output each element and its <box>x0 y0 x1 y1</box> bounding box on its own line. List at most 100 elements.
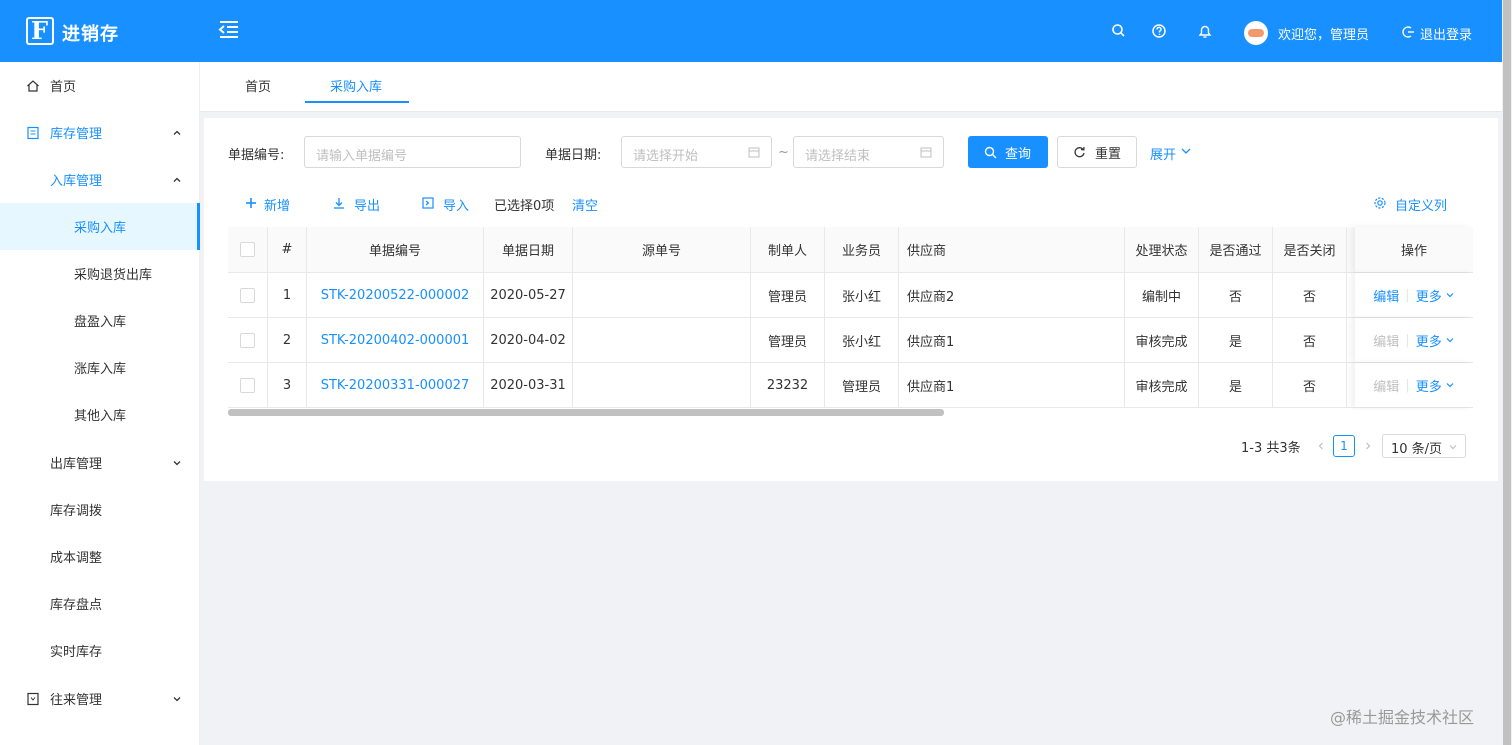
col-header[interactable]: 制单人 <box>751 227 825 272</box>
sidebar-item-label: 实时库存 <box>50 645 103 660</box>
row-actions: 编辑 | 更多 <box>1355 363 1473 407</box>
search-button[interactable]: 查询 <box>968 136 1048 168</box>
col-header[interactable]: 源单号 <box>573 227 751 272</box>
bell-icon[interactable] <box>1196 22 1214 40</box>
sidebar-item-other-in[interactable]: 其他入库 <box>0 391 200 438</box>
table-header-row: # 单据编号 单据日期 源单号 制单人 业务员 供应商 处理状态 是否通过 是否… <box>228 227 1473 273</box>
row-checkbox[interactable] <box>240 377 255 393</box>
avatar[interactable] <box>1244 21 1268 45</box>
sidebar-item-label: 其他入库 <box>74 409 127 424</box>
col-header[interactable]: 处理状态 <box>1125 227 1199 272</box>
home-icon <box>27 79 39 92</box>
edit-button: 编辑 <box>1373 379 1400 395</box>
source-no <box>573 318 751 362</box>
sidebar-item-label: 涨库入库 <box>74 362 127 377</box>
sidebar-item-label: 首页 <box>50 80 77 95</box>
table-row[interactable]: 1 STK-20200522-000002 2020-05-27 管理员 张小红… <box>228 273 1473 318</box>
doc-code-link[interactable]: STK-20200402-000001 <box>307 318 484 362</box>
row-checkbox[interactable] <box>240 332 255 348</box>
sidebar-item-rise-in[interactable]: 涨库入库 <box>0 344 200 391</box>
export-button[interactable]: 导出 <box>354 195 380 214</box>
col-header: 操作 <box>1355 227 1473 272</box>
sidebar-item-label: 库存调拨 <box>50 504 103 519</box>
sidebar-item-label: 采购入库 <box>74 221 127 236</box>
table-row[interactable]: 2 STK-20200402-000001 2020-04-02 管理员 张小红… <box>228 318 1473 363</box>
select-all-checkbox[interactable] <box>240 242 255 257</box>
tab-purchase-in[interactable]: 采购入库 <box>330 76 382 95</box>
logout-icon[interactable] <box>1402 25 1416 39</box>
sidebar-item-contacts[interactable]: 往来管理 <box>0 675 200 722</box>
range-separator: ~ <box>778 145 789 160</box>
sidebar-item-stock-out[interactable]: 出库管理 <box>0 439 200 486</box>
creator: 管理员 <box>751 318 825 362</box>
status: 审核完成 <box>1125 318 1199 362</box>
sidebar-item-surplus-in[interactable]: 盘盈入库 <box>0 297 200 344</box>
sidebar-item-purchase-in[interactable]: 采购入库 <box>0 203 200 250</box>
expand-link[interactable]: 展开 <box>1150 144 1176 163</box>
col-header[interactable]: 是否关闭 <box>1273 227 1347 272</box>
clear-button[interactable]: 清空 <box>572 195 598 214</box>
contacts-icon <box>27 692 39 705</box>
next-page-button[interactable] <box>1357 435 1379 457</box>
add-button[interactable]: 新增 <box>264 195 290 214</box>
table-row[interactable]: 3 STK-20200331-000027 2020-03-31 23232 管… <box>228 363 1473 408</box>
more-button[interactable]: 更多 <box>1416 331 1442 350</box>
sidebar-item-stocktake[interactable]: 库存盘点 <box>0 580 200 627</box>
help-icon[interactable] <box>1150 22 1168 40</box>
end-date-input[interactable]: 请选择结束 <box>793 136 944 168</box>
col-header[interactable]: 供应商 <box>899 227 1125 272</box>
sidebar-item-label: 入库管理 <box>50 174 103 189</box>
date-label: 单据日期: <box>545 148 602 163</box>
col-header[interactable]: 单据编号 <box>307 227 484 272</box>
salesman: 张小红 <box>825 318 899 362</box>
sidebar-item-stock-in[interactable]: 入库管理 <box>0 156 200 203</box>
select-all-cell <box>228 227 268 272</box>
row-checkbox[interactable] <box>240 287 255 303</box>
page-size-select[interactable]: 10 条/页 <box>1382 434 1466 458</box>
chevron-down-icon <box>1446 338 1454 343</box>
row-index: 1 <box>268 273 307 317</box>
row-index: 2 <box>268 318 307 362</box>
sidebar-item-purchase-return[interactable]: 采购退货出库 <box>0 250 200 297</box>
gear-icon <box>1374 197 1386 209</box>
supplier: 供应商2 <box>899 273 1125 317</box>
sidebar-item-cost-adjust[interactable]: 成本调整 <box>0 533 200 580</box>
menu-collapse-icon[interactable] <box>218 18 240 40</box>
start-date-input[interactable]: 请选择开始 <box>621 136 772 168</box>
more-button[interactable]: 更多 <box>1416 286 1442 305</box>
import-button[interactable]: 导入 <box>443 195 469 214</box>
more-button[interactable]: 更多 <box>1416 376 1442 395</box>
sidebar-item-inventory[interactable]: 库存管理 <box>0 109 200 156</box>
edit-button[interactable]: 编辑 <box>1373 286 1399 305</box>
row-index: 3 <box>268 363 307 407</box>
chevron-down-icon <box>1446 293 1454 298</box>
page-1-button[interactable]: 1 <box>1333 435 1355 457</box>
sidebar-item-label: 采购退货出库 <box>74 268 153 283</box>
calendar-icon <box>920 147 932 158</box>
col-header[interactable]: 是否通过 <box>1199 227 1273 272</box>
row-actions: 编辑 | 更多 <box>1355 273 1473 317</box>
logout-button[interactable]: 退出登录 <box>1420 24 1472 43</box>
chevron-down-icon <box>173 696 181 701</box>
prev-page-button[interactable] <box>1310 435 1332 457</box>
col-header[interactable]: 业务员 <box>825 227 899 272</box>
sidebar-item-label: 出库管理 <box>50 457 103 472</box>
calendar-icon <box>748 147 760 158</box>
reset-button[interactable]: 重置 <box>1057 136 1137 168</box>
custom-columns-button[interactable]: 自定义列 <box>1395 195 1447 214</box>
table-horizontal-scrollbar[interactable] <box>228 409 944 416</box>
selected-count: 已选择0项 <box>494 199 555 214</box>
tab-home[interactable]: 首页 <box>245 76 271 95</box>
col-header[interactable]: 单据日期 <box>484 227 573 272</box>
page-scrollbar[interactable] <box>1502 0 1512 745</box>
sidebar-item-home[interactable]: 首页 <box>0 62 200 109</box>
supplier: 供应商1 <box>899 363 1125 407</box>
doc-code-link[interactable]: STK-20200522-000002 <box>307 273 484 317</box>
doc-code-link[interactable]: STK-20200331-000027 <box>307 363 484 407</box>
col-header: # <box>268 227 307 272</box>
pagination-total: 1-3 共3条 <box>1241 441 1301 456</box>
sidebar-item-realtime-stock[interactable]: 实时库存 <box>0 627 200 674</box>
search-icon[interactable] <box>1110 22 1128 40</box>
sidebar-item-transfer[interactable]: 库存调拨 <box>0 486 200 533</box>
code-input[interactable]: 请输入单据编号 <box>304 136 521 168</box>
